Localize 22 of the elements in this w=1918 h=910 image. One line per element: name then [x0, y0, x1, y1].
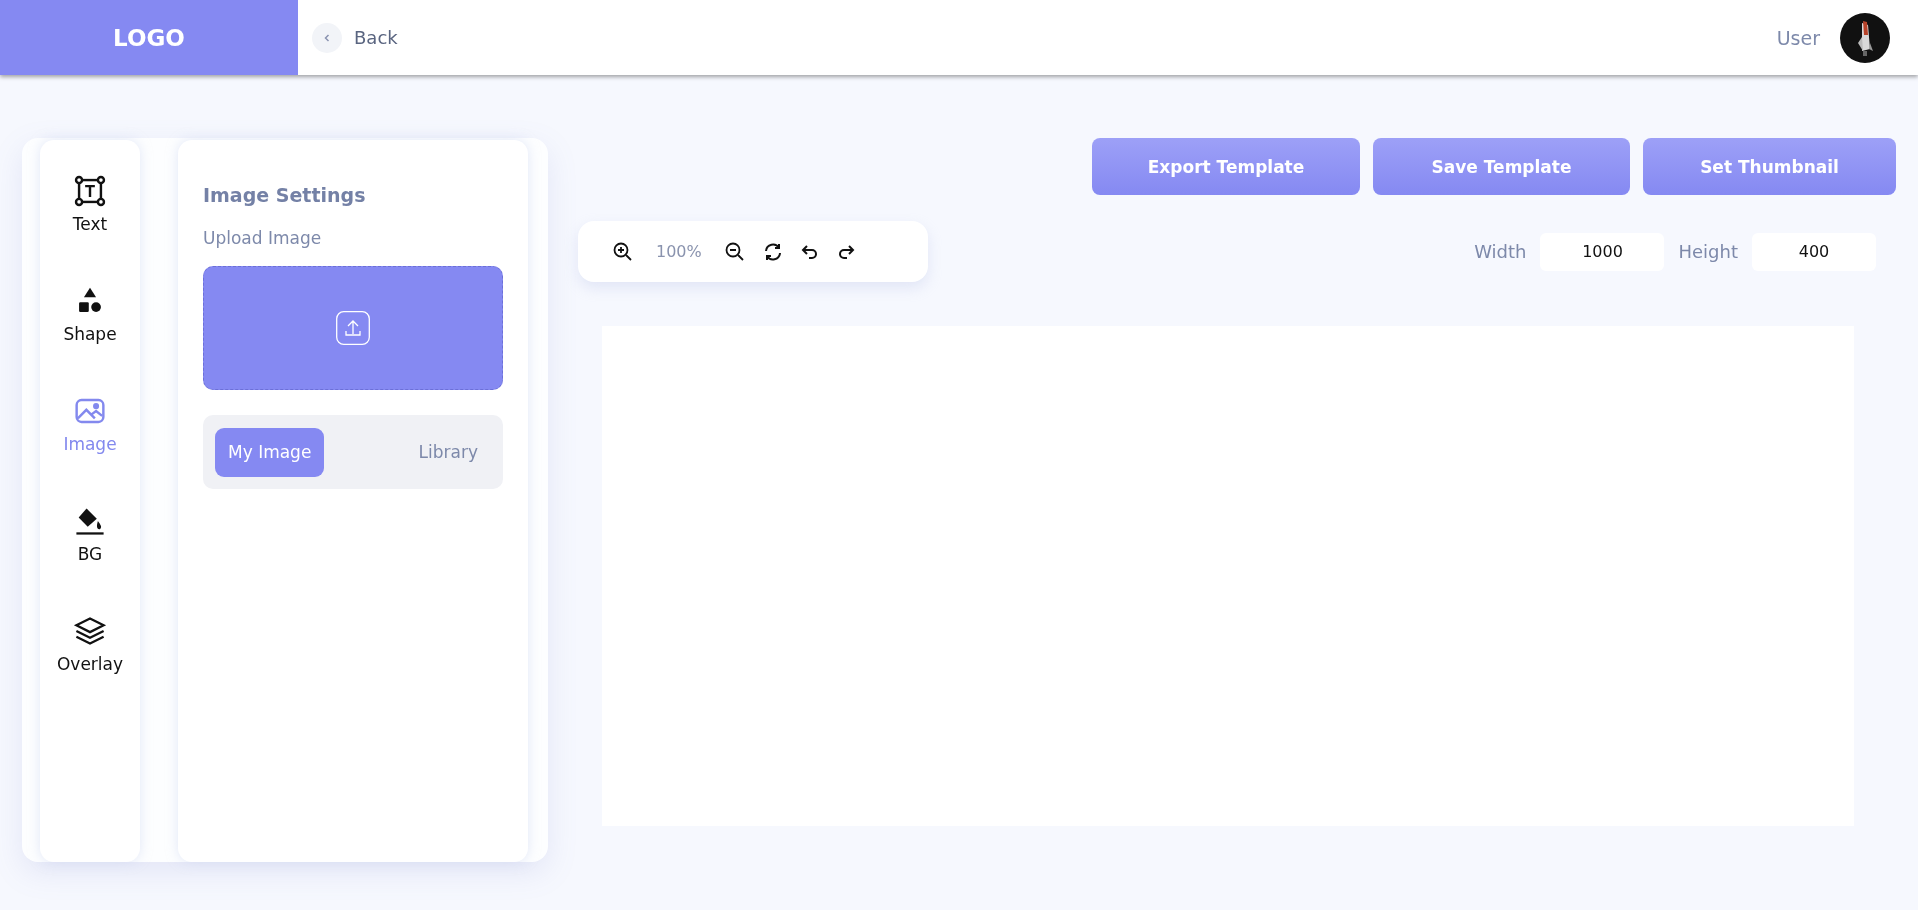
- zoom-in-icon[interactable]: [612, 240, 634, 263]
- back-button[interactable]: Back: [312, 22, 398, 53]
- upload-icon: [336, 311, 370, 345]
- tool-button[interactable]: BG: [73, 504, 107, 564]
- zoom-level: 100%: [656, 242, 702, 261]
- width-label: Width: [1474, 241, 1527, 262]
- height-label: Height: [1678, 241, 1738, 262]
- tool-button[interactable]: Image: [63, 394, 117, 454]
- height-input[interactable]: 400: [1752, 232, 1876, 271]
- zoom-out-icon[interactable]: [723, 240, 746, 263]
- tool-button[interactable]: Overlay: [56, 614, 124, 674]
- text-frame-icon: [73, 174, 107, 208]
- user-name: User: [1776, 26, 1820, 49]
- segment-tab[interactable]: My Image: [215, 427, 325, 477]
- segment-tab[interactable]: Library: [405, 427, 491, 477]
- field-label: Upload Image: [203, 228, 323, 248]
- tool-button[interactable]: Shape: [63, 284, 117, 344]
- panel-title: Image Settings: [203, 184, 367, 206]
- logo: LOGO: [0, 0, 298, 75]
- width-input[interactable]: 1000: [1540, 232, 1665, 271]
- chevron-left-icon: [312, 22, 342, 53]
- tool-button[interactable]: Text: [72, 174, 108, 234]
